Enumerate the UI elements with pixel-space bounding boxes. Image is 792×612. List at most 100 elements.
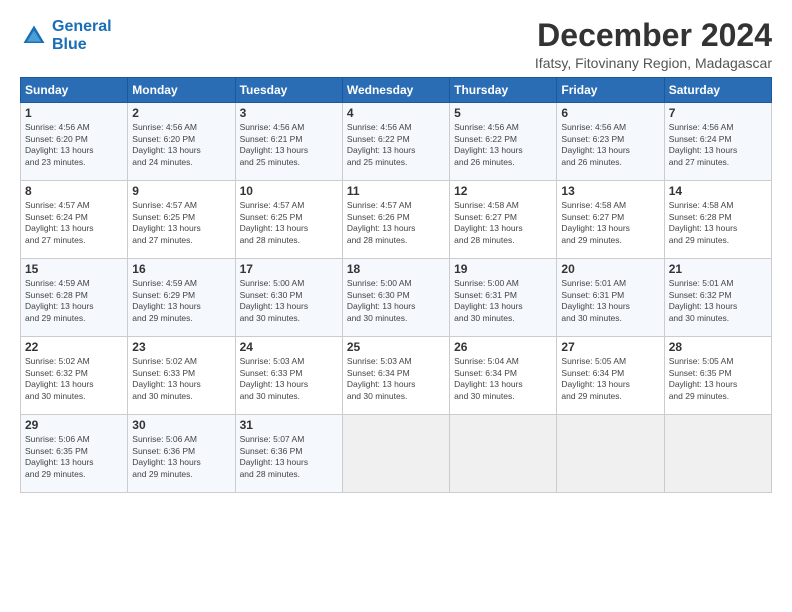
day-info: Sunrise: 4:59 AMSunset: 6:29 PMDaylight:… (132, 278, 230, 324)
table-row: 1 Sunrise: 4:56 AMSunset: 6:20 PMDaylight… (21, 103, 128, 181)
logo-text: General Blue (52, 18, 112, 53)
day-number: 9 (132, 184, 230, 198)
header: General Blue December 2024 Ifatsy, Fitov… (20, 18, 772, 71)
logo-icon (20, 22, 48, 50)
day-info: Sunrise: 4:58 AMSunset: 6:27 PMDaylight:… (561, 200, 659, 246)
calendar-week-row: 1 Sunrise: 4:56 AMSunset: 6:20 PMDaylight… (21, 103, 772, 181)
table-row: 8 Sunrise: 4:57 AMSunset: 6:24 PMDaylight… (21, 181, 128, 259)
day-info: Sunrise: 5:02 AMSunset: 6:33 PMDaylight:… (132, 356, 230, 402)
col-friday: Friday (557, 78, 664, 103)
day-info: Sunrise: 5:00 AMSunset: 6:31 PMDaylight:… (454, 278, 552, 324)
day-info: Sunrise: 5:01 AMSunset: 6:31 PMDaylight:… (561, 278, 659, 324)
day-number: 25 (347, 340, 445, 354)
table-row: 12Sunrise: 4:58 AMSunset: 6:27 PMDayligh… (450, 181, 557, 259)
table-row: 5 Sunrise: 4:56 AMSunset: 6:22 PMDaylight… (450, 103, 557, 181)
col-thursday: Thursday (450, 78, 557, 103)
table-row: 26 Sunrise: 5:04 AMSunset: 6:34 PMDayligh… (450, 337, 557, 415)
day-number: 28 (669, 340, 767, 354)
day-info: Sunrise: 4:56 AMSunset: 6:24 PMDaylight:… (669, 122, 767, 168)
table-row: 30 Sunrise: 5:06 AMSunset: 6:36 PMDayligh… (128, 415, 235, 493)
table-row: 31Sunrise: 5:07 AMSunset: 6:36 PMDayligh… (235, 415, 342, 493)
col-tuesday: Tuesday (235, 78, 342, 103)
day-number: 4 (347, 106, 445, 120)
table-row: 14Sunrise: 4:58 AMSunset: 6:28 PMDayligh… (664, 181, 771, 259)
title-block: December 2024 Ifatsy, Fitovinany Region,… (535, 18, 772, 71)
day-info: Sunrise: 4:56 AMSunset: 6:20 PMDaylight:… (25, 122, 123, 168)
day-number: 2 (132, 106, 230, 120)
day-number: 29 (25, 418, 123, 432)
col-sunday: Sunday (21, 78, 128, 103)
calendar-week-row: 29Sunrise: 5:06 AMSunset: 6:35 PMDayligh… (21, 415, 772, 493)
day-info: Sunrise: 5:02 AMSunset: 6:32 PMDaylight:… (25, 356, 123, 402)
table-row: 21 Sunrise: 5:01 AMSunset: 6:32 PMDayligh… (664, 259, 771, 337)
day-info: Sunrise: 5:00 AMSunset: 6:30 PMDaylight:… (240, 278, 338, 324)
table-row: 10 Sunrise: 4:57 AMSunset: 6:25 PMDayligh… (235, 181, 342, 259)
calendar-table: Sunday Monday Tuesday Wednesday Thursday… (20, 77, 772, 493)
location-subtitle: Ifatsy, Fitovinany Region, Madagascar (535, 55, 772, 71)
day-number: 22 (25, 340, 123, 354)
day-number: 20 (561, 262, 659, 276)
day-number: 1 (25, 106, 123, 120)
day-info: Sunrise: 5:03 AMSunset: 6:34 PMDaylight:… (347, 356, 445, 402)
table-row: 11 Sunrise: 4:57 AMSunset: 6:26 PMDayligh… (342, 181, 449, 259)
day-info: Sunrise: 4:57 AMSunset: 6:26 PMDaylight:… (347, 200, 445, 246)
day-info: Sunrise: 4:56 AMSunset: 6:22 PMDaylight:… (454, 122, 552, 168)
table-row: 6Sunrise: 4:56 AMSunset: 6:23 PMDaylight… (557, 103, 664, 181)
table-row (664, 415, 771, 493)
day-number: 8 (25, 184, 123, 198)
table-row: 7 Sunrise: 4:56 AMSunset: 6:24 PMDaylight… (664, 103, 771, 181)
day-number: 7 (669, 106, 767, 120)
col-saturday: Saturday (664, 78, 771, 103)
day-number: 21 (669, 262, 767, 276)
table-row: 4Sunrise: 4:56 AMSunset: 6:22 PMDaylight… (342, 103, 449, 181)
table-row: 18Sunrise: 5:00 AMSunset: 6:30 PMDayligh… (342, 259, 449, 337)
day-number: 16 (132, 262, 230, 276)
table-row: 2 Sunrise: 4:56 AMSunset: 6:20 PMDaylight… (128, 103, 235, 181)
day-info: Sunrise: 4:58 AMSunset: 6:28 PMDaylight:… (669, 200, 767, 246)
day-info: Sunrise: 4:57 AMSunset: 6:24 PMDaylight:… (25, 200, 123, 246)
day-info: Sunrise: 4:57 AMSunset: 6:25 PMDaylight:… (240, 200, 338, 246)
day-info: Sunrise: 4:57 AMSunset: 6:25 PMDaylight:… (132, 200, 230, 246)
table-row: 16 Sunrise: 4:59 AMSunset: 6:29 PMDayligh… (128, 259, 235, 337)
day-info: Sunrise: 5:03 AMSunset: 6:33 PMDaylight:… (240, 356, 338, 402)
day-number: 23 (132, 340, 230, 354)
table-row: 28 Sunrise: 5:05 AMSunset: 6:35 PMDayligh… (664, 337, 771, 415)
day-number: 3 (240, 106, 338, 120)
table-row: 15Sunrise: 4:59 AMSunset: 6:28 PMDayligh… (21, 259, 128, 337)
day-number: 5 (454, 106, 552, 120)
day-info: Sunrise: 5:05 AMSunset: 6:35 PMDaylight:… (669, 356, 767, 402)
calendar-week-row: 8 Sunrise: 4:57 AMSunset: 6:24 PMDaylight… (21, 181, 772, 259)
day-info: Sunrise: 5:04 AMSunset: 6:34 PMDaylight:… (454, 356, 552, 402)
calendar-week-row: 15Sunrise: 4:59 AMSunset: 6:28 PMDayligh… (21, 259, 772, 337)
table-row: 27 Sunrise: 5:05 AMSunset: 6:34 PMDayligh… (557, 337, 664, 415)
day-number: 30 (132, 418, 230, 432)
day-info: Sunrise: 4:56 AMSunset: 6:23 PMDaylight:… (561, 122, 659, 168)
table-row (557, 415, 664, 493)
table-row: 23 Sunrise: 5:02 AMSunset: 6:33 PMDayligh… (128, 337, 235, 415)
logo: General Blue (20, 18, 112, 53)
page-container: General Blue December 2024 Ifatsy, Fitov… (0, 0, 792, 503)
day-info: Sunrise: 5:01 AMSunset: 6:32 PMDaylight:… (669, 278, 767, 324)
day-number: 12 (454, 184, 552, 198)
table-row: 19 Sunrise: 5:00 AMSunset: 6:31 PMDayligh… (450, 259, 557, 337)
table-row: 17 Sunrise: 5:00 AMSunset: 6:30 PMDayligh… (235, 259, 342, 337)
day-number: 26 (454, 340, 552, 354)
day-number: 11 (347, 184, 445, 198)
day-number: 31 (240, 418, 338, 432)
table-row: 24 Sunrise: 5:03 AMSunset: 6:33 PMDayligh… (235, 337, 342, 415)
day-info: Sunrise: 5:00 AMSunset: 6:30 PMDaylight:… (347, 278, 445, 324)
day-number: 27 (561, 340, 659, 354)
calendar-week-row: 22 Sunrise: 5:02 AMSunset: 6:32 PMDayligh… (21, 337, 772, 415)
day-info: Sunrise: 4:56 AMSunset: 6:20 PMDaylight:… (132, 122, 230, 168)
day-number: 24 (240, 340, 338, 354)
table-row: 20 Sunrise: 5:01 AMSunset: 6:31 PMDayligh… (557, 259, 664, 337)
day-info: Sunrise: 5:05 AMSunset: 6:34 PMDaylight:… (561, 356, 659, 402)
day-info: Sunrise: 5:06 AMSunset: 6:36 PMDaylight:… (132, 434, 230, 480)
table-row: 22 Sunrise: 5:02 AMSunset: 6:32 PMDayligh… (21, 337, 128, 415)
day-number: 13 (561, 184, 659, 198)
day-number: 10 (240, 184, 338, 198)
day-number: 17 (240, 262, 338, 276)
day-number: 19 (454, 262, 552, 276)
day-number: 15 (25, 262, 123, 276)
table-row: 3Sunrise: 4:56 AMSunset: 6:21 PMDaylight… (235, 103, 342, 181)
